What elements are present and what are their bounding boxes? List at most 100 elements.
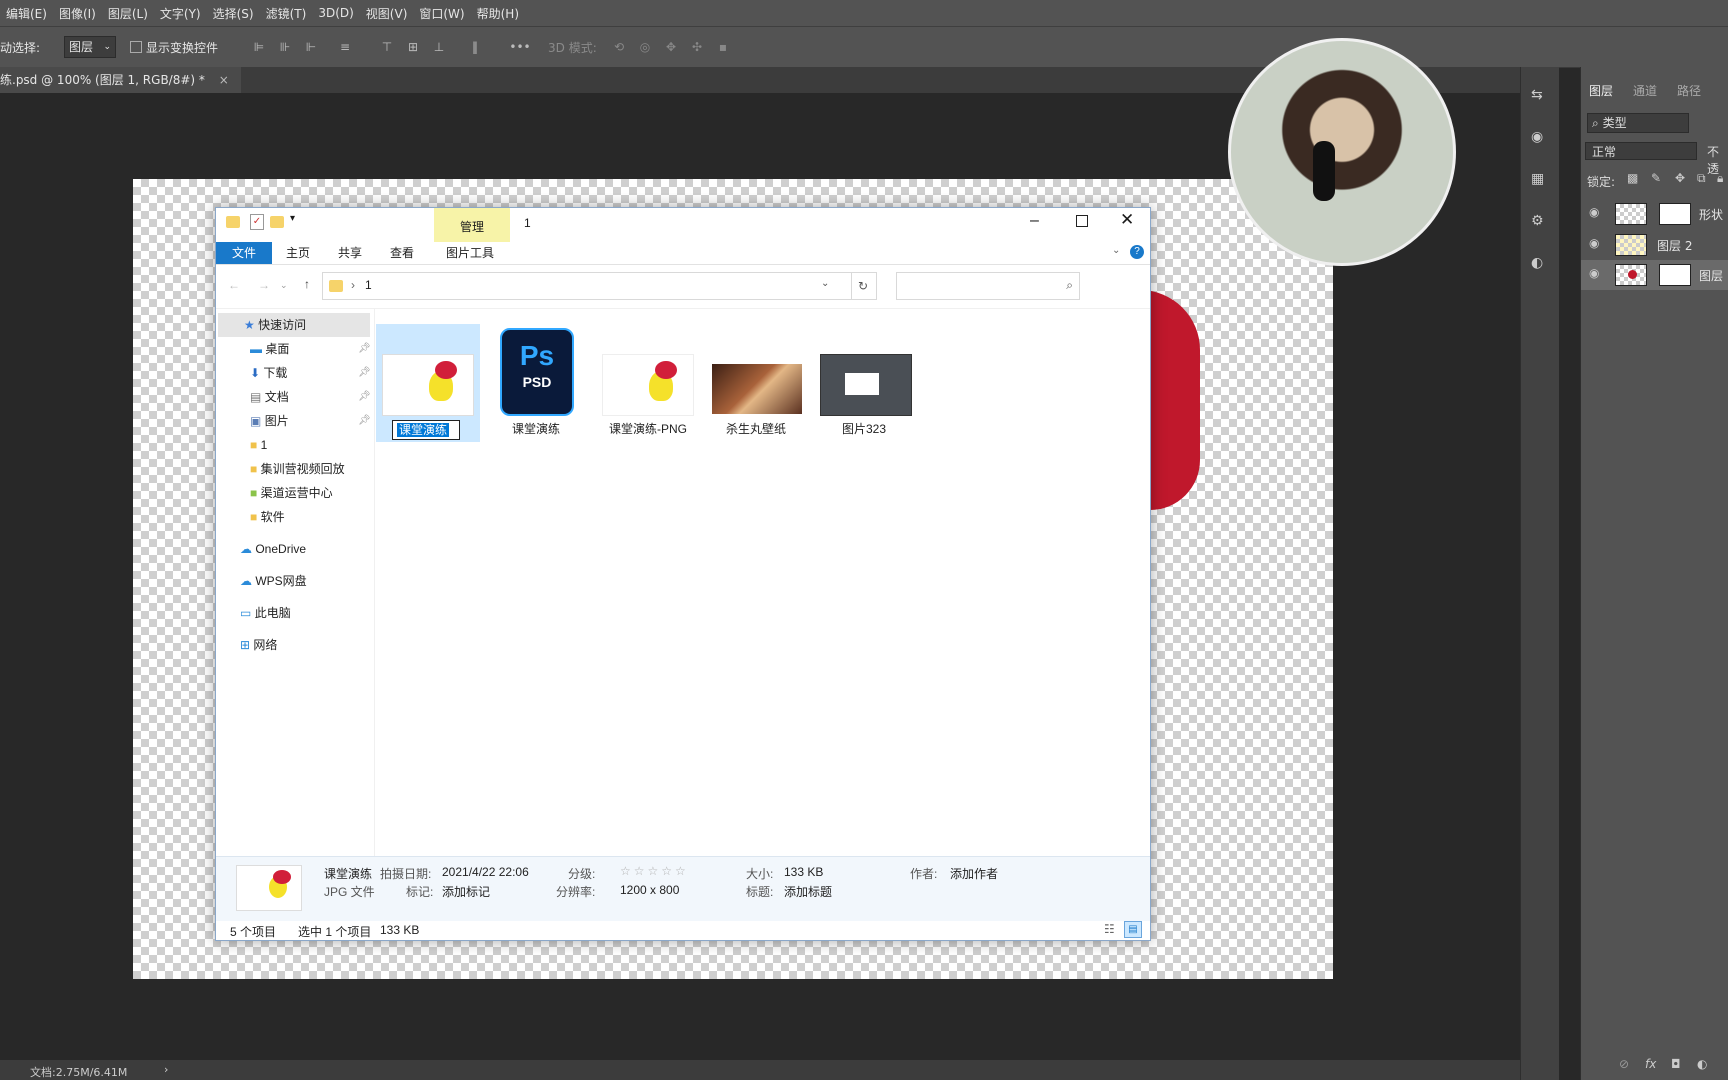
align-bottom-icon[interactable]: ⊥ [432,40,446,54]
minimize-icon[interactable]: – [1030,212,1039,230]
nav-quick-access[interactable]: ★ 快速访问 [218,313,370,337]
details-date-value[interactable]: 2021/4/22 22:06 [442,865,529,879]
nav-onedrive[interactable]: ☁ OneDrive [216,537,374,561]
layer-row[interactable]: ◉ 形状 [1581,199,1728,229]
tab-share[interactable]: 共享 [338,242,362,264]
nav-documents[interactable]: ▤ 文档 📌︎ [216,385,374,409]
refresh-button[interactable]: ↻ [850,272,877,300]
3d-pan-icon[interactable]: ✥ [664,40,678,54]
lock-pixels-icon[interactable]: ✎ [1651,171,1661,185]
3d-camera-icon[interactable]: ▪ [716,40,730,54]
tab-file[interactable]: 文件 [216,242,272,264]
3d-slide-icon[interactable]: ✣ [690,40,704,54]
status-arrow[interactable]: › [164,1063,168,1076]
align-vcenter-icon[interactable]: ⊞ [406,40,420,54]
nav-folder-training[interactable]: ■ 集训营视频回放 [216,457,374,481]
grid-icon[interactable]: ▦ [1531,171,1544,187]
lock-position-icon[interactable]: ✥ [1675,171,1685,185]
tab-layers[interactable]: 图层 [1589,82,1613,99]
layer-row[interactable]: ◉ 图层 [1581,260,1728,290]
align-left-icon[interactable]: ⊫ [252,40,266,54]
align-hcenter-icon[interactable]: ⊪ [278,40,292,54]
details-author-value[interactable]: 添加作者 [950,865,998,882]
fx-icon[interactable]: fx [1645,1057,1656,1071]
menu-window[interactable]: 窗口(W) [413,5,470,22]
menu-image[interactable]: 图像(I) [53,5,102,22]
layer-row[interactable]: ◉ 图层 2 [1581,230,1728,260]
nav-this-pc[interactable]: ▭ 此电脑 [216,601,374,625]
file-item[interactable]: 杀生丸壁纸 [706,324,810,442]
nav-downloads[interactable]: ⬇ 下载 📌︎ [216,361,374,385]
address-bar[interactable]: › 1 ⌄ [322,272,852,300]
auto-select-dropdown[interactable]: 图层 ⌄ [64,36,116,58]
details-title-value[interactable]: 添加标题 [784,883,832,900]
blend-mode-dropdown[interactable]: 正常 [1585,142,1697,160]
mask-icon[interactable]: ◘ [1671,1057,1681,1071]
adjustments-icon[interactable]: ◐ [1531,255,1543,271]
nav-desktop[interactable]: ▬ 桌面 📌︎ [216,337,374,361]
search-input[interactable]: ⌕ [896,272,1080,300]
link-icon[interactable]: ⊘ [1619,1057,1629,1071]
align-right-icon[interactable]: ⊩ [304,40,318,54]
menu-edit[interactable]: 编辑(E) [0,5,53,22]
back-icon[interactable]: ← [228,278,240,292]
nav-pictures[interactable]: ▣ 图片 📌︎ [216,409,374,433]
tab-paths[interactable]: 路径 [1677,82,1701,99]
manage-context-tab[interactable]: 管理 [434,208,510,242]
menu-3d[interactable]: 3D(D) [312,6,359,20]
document-tab[interactable]: 练.psd @ 100% (图层 1, RGB/8#) * × [0,67,241,93]
address-path[interactable]: 1 [365,278,372,292]
tab-channels[interactable]: 通道 [1633,82,1657,99]
help-icon[interactable]: ? [1130,245,1144,259]
eye-icon[interactable]: ◉ [1589,266,1599,280]
nav-wps[interactable]: ☁ WPS网盘 [216,569,374,593]
menu-type[interactable]: 文字(Y) [154,5,207,22]
nav-folder-software[interactable]: ■ 软件 [216,505,374,529]
color-palette-icon[interactable]: ◉ [1531,129,1543,145]
properties-icon[interactable]: ✓ [250,214,264,230]
eye-icon[interactable]: ◉ [1589,205,1599,219]
file-item[interactable]: Ps PSD 课堂演练 [486,324,590,442]
lock-artboard-icon[interactable]: ⧉ [1697,171,1706,186]
file-item[interactable]: 课堂演练-PNG [596,324,700,442]
layer-filter-dropdown[interactable]: ⌕ 类型 [1587,113,1689,133]
tab-home[interactable]: 主页 [286,242,310,264]
lock-all-icon[interactable]: 🔒︎ [1717,171,1723,186]
3d-orbit-icon[interactable]: ⟲ [612,40,626,54]
align-top-icon[interactable]: ⊤ [380,40,394,54]
large-icons-view-icon[interactable]: ▤ [1124,921,1142,938]
menu-filter[interactable]: 滤镜(T) [260,5,313,22]
menu-select[interactable]: 选择(S) [207,5,260,22]
history-icon[interactable]: ⇆ [1531,87,1543,103]
tab-picture-tools[interactable]: 图片工具 [446,242,494,264]
file-item[interactable]: 课堂演练 [376,324,480,442]
nav-folder-channel[interactable]: ■ 渠道运营中心 [216,481,374,505]
menu-help[interactable]: 帮助(H) [471,5,525,22]
address-dropdown-icon[interactable]: ⌄ [821,278,829,289]
more-options-icon[interactable]: ••• [508,40,532,54]
file-item[interactable]: 图片323 [814,324,918,442]
ribbon-expand-icon[interactable]: ⌄ [1112,245,1120,256]
show-transform-checkbox[interactable] [130,41,142,53]
distribute-icon[interactable]: ≡ [338,40,352,54]
maximize-icon[interactable] [1076,215,1088,227]
rename-input[interactable]: 课堂演练 [392,420,460,440]
tab-view[interactable]: 查看 [390,242,414,264]
distribute-v-icon[interactable]: ‖ [468,40,482,54]
rating-stars[interactable]: ☆☆☆☆☆ [620,864,689,878]
forward-icon[interactable]: → [258,278,270,292]
details-view-icon[interactable]: ☷ [1104,922,1115,936]
up-icon[interactable]: ↑ [304,277,310,291]
eye-icon[interactable]: ◉ [1589,236,1599,250]
new-folder-icon[interactable] [270,216,284,228]
qat-dropdown-icon[interactable]: ▾ [290,213,295,224]
recent-locations-icon[interactable]: ⌄ [280,280,288,291]
nav-network[interactable]: ⊞ 网络 [216,633,374,657]
close-icon[interactable]: ✕ [1120,210,1134,230]
details-tag-value[interactable]: 添加标记 [442,883,490,900]
menu-view[interactable]: 视图(V) [360,5,414,22]
adjustment-layer-icon[interactable]: ◐ [1697,1057,1707,1071]
nav-folder-1[interactable]: ■ 1 [216,433,374,457]
close-icon[interactable]: × [219,73,229,87]
menu-layer[interactable]: 图层(L) [102,5,154,22]
